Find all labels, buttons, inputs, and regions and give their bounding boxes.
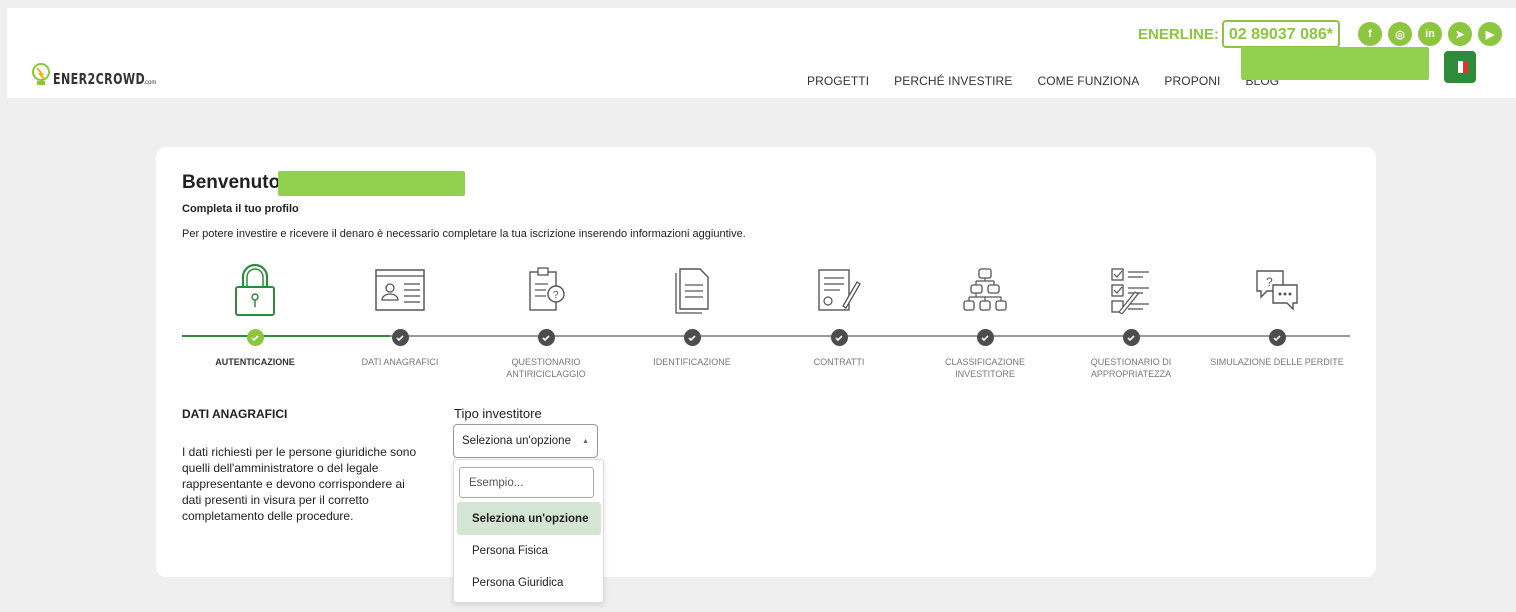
step-label: IDENTIFICAZIONE xyxy=(653,357,731,367)
step-questionario-antiriciclaggio[interactable]: ? QUESTIONARIO ANTIRICICLAGGIO xyxy=(466,261,626,380)
step-dati-anagrafici[interactable]: DATI ANAGRAFICI xyxy=(320,261,480,368)
step-contratti[interactable]: CONTRATTI xyxy=(759,261,919,368)
chevron-up-icon: ▲ xyxy=(582,437,589,445)
main-nav: PROGETTI PERCHÉ INVESTIRE COME FUNZIONA … xyxy=(807,74,1304,88)
social-links: f ◎ in ➤ ▶ xyxy=(1358,22,1502,46)
nav-progetti[interactable]: PROGETTI xyxy=(807,74,869,88)
check-icon xyxy=(391,329,409,346)
language-flag-icon[interactable] xyxy=(1444,51,1476,83)
lock-icon xyxy=(225,261,285,319)
nav-proponi[interactable]: PROPONI xyxy=(1164,74,1220,88)
facebook-icon[interactable]: f xyxy=(1358,22,1382,46)
logo-suffix: .com xyxy=(143,80,157,86)
user-menu-redacted[interactable] xyxy=(1241,47,1429,80)
user-name-redacted xyxy=(278,171,465,196)
chat-bubbles-icon: ? xyxy=(1247,261,1307,319)
nav-come-funziona[interactable]: COME FUNZIONA xyxy=(1037,74,1139,88)
step-questionario-appropriatezza[interactable]: QUESTIONARIO DI APPROPRIATEZZA xyxy=(1051,261,1211,380)
check-icon xyxy=(246,329,264,346)
hierarchy-icon xyxy=(955,261,1015,319)
svg-text:?: ? xyxy=(1266,275,1273,289)
documents-icon xyxy=(662,261,722,319)
step-simulazione-perdite[interactable]: ? SIMULAZIONE DELLE PERDITE xyxy=(1197,261,1357,368)
logo-text: ENER2CROWD xyxy=(53,70,146,88)
clipboard-question-icon: ? xyxy=(516,261,576,319)
section-title: DATI ANAGRAFICI xyxy=(182,407,288,421)
enerline-number[interactable]: 02 89037 086* xyxy=(1221,20,1340,48)
select-dropdown: Esempio... Seleziona un'opzione Persona … xyxy=(453,459,604,603)
subtitle: Completa il tuo profilo xyxy=(182,203,299,215)
id-card-icon xyxy=(370,261,430,319)
section-text: I dati richiesti per le persone giuridic… xyxy=(182,445,417,523)
step-label: CONTRATTI xyxy=(813,357,865,367)
select-value: Seleziona un'opzione xyxy=(462,435,571,447)
profile-card: Benvenuto Completa il tuo profilo Per po… xyxy=(156,147,1376,577)
step-label: QUESTIONARIO DI APPROPRIATEZZA xyxy=(1090,357,1172,379)
check-icon xyxy=(1268,329,1286,346)
description: Per potere investire e ricevere il denar… xyxy=(182,228,746,240)
step-label: CLASSIFICAZIONE INVESTITORE xyxy=(944,357,1025,379)
step-label: QUESTIONARIO ANTIRICICLAGGIO xyxy=(506,357,586,379)
check-icon xyxy=(683,329,701,346)
check-icon xyxy=(976,329,994,346)
nav-perche-investire[interactable]: PERCHÉ INVESTIRE xyxy=(894,74,1012,88)
linkedin-icon[interactable]: in xyxy=(1418,22,1442,46)
option-seleziona[interactable]: Seleziona un'opzione xyxy=(457,502,601,535)
option-persona-giuridica[interactable]: Persona Giuridica xyxy=(457,566,601,599)
check-icon xyxy=(1122,329,1140,346)
step-classificazione-investitore[interactable]: CLASSIFICAZIONE INVESTITORE xyxy=(905,261,1065,380)
site-logo[interactable]: ENER2CROWD .com xyxy=(31,63,156,87)
check-icon xyxy=(830,329,848,346)
instagram-icon[interactable]: ◎ xyxy=(1388,22,1412,46)
checklist-icon xyxy=(1101,261,1161,319)
dropdown-search-input[interactable]: Esempio... xyxy=(459,467,594,498)
step-identificazione[interactable]: IDENTIFICAZIONE xyxy=(612,261,772,368)
option-persona-fisica[interactable]: Persona Fisica xyxy=(457,534,601,567)
telegram-icon[interactable]: ➤ xyxy=(1448,22,1472,46)
svg-text:?: ? xyxy=(553,290,559,301)
enerline-label: ENERLINE: xyxy=(1138,25,1219,43)
step-label: DATI ANAGRAFICI xyxy=(361,357,439,367)
contract-sign-icon xyxy=(809,261,869,319)
welcome-title: Benvenuto xyxy=(182,172,281,193)
tipo-investitore-label: Tipo investitore xyxy=(454,406,542,421)
step-label: SIMULAZIONE DELLE PERDITE xyxy=(1210,357,1344,367)
step-autenticazione[interactable]: AUTENTICAZIONE xyxy=(175,261,335,368)
check-icon xyxy=(537,329,555,346)
step-label: AUTENTICAZIONE xyxy=(215,357,295,367)
bulb-logo-icon xyxy=(32,63,50,85)
youtube-icon[interactable]: ▶ xyxy=(1478,22,1502,46)
tipo-investitore-select[interactable]: Seleziona un'opzione ▲ xyxy=(453,424,598,458)
enerline: ENERLINE: 02 89037 086* xyxy=(1138,20,1340,48)
